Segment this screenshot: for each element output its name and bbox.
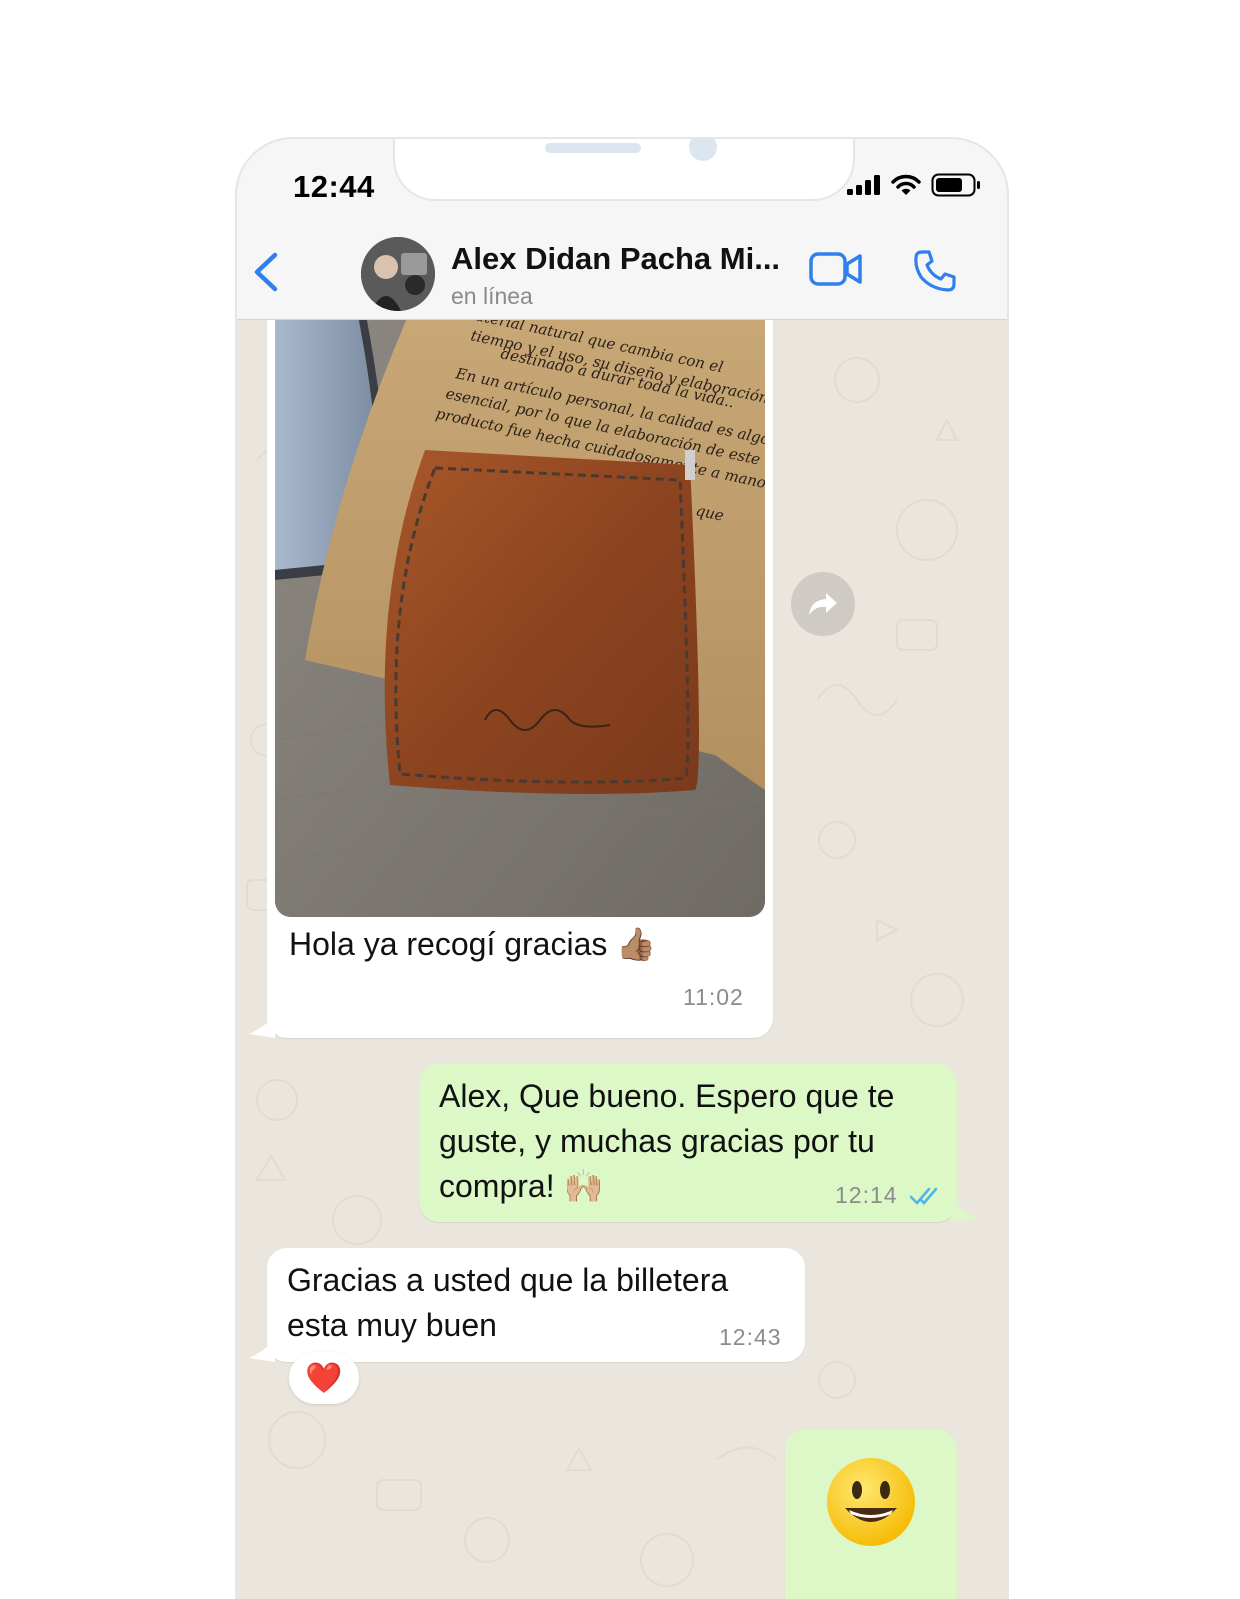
- message-text-line-2: guste, y muchas gracias por tu: [439, 1123, 875, 1159]
- message-time: 11:02: [683, 984, 744, 1010]
- wallet-photo: aterial natural que cambia con el tiempo…: [275, 320, 765, 917]
- speaker: [545, 143, 641, 153]
- message-bubble-incoming[interactable]: Gracias a usted que la billetera esta mu…: [267, 1248, 805, 1362]
- forward-arrow-icon: [809, 593, 837, 615]
- contact-name[interactable]: Alex Didan Pacha Mi...: [451, 241, 780, 277]
- message-bubble-outgoing[interactable]: [785, 1430, 957, 1599]
- avatar-photo: [361, 237, 435, 311]
- front-camera: [689, 139, 717, 161]
- back-chevron-icon[interactable]: [251, 251, 281, 293]
- status-time: 12:44: [293, 169, 375, 204]
- message-text-line-3: compra! 🙌🏼: [439, 1168, 604, 1204]
- contact-avatar[interactable]: [361, 237, 435, 311]
- smiley-emoji-icon: [827, 1458, 915, 1546]
- message-text-line-1: Gracias a usted que la billetera: [287, 1262, 729, 1298]
- message-time: 12:43: [719, 1324, 782, 1350]
- chat-area[interactable]: aterial natural que cambia con el tiempo…: [237, 320, 1007, 1599]
- message-time: 12:14: [835, 1182, 898, 1208]
- bubble-tail-incoming: [249, 1014, 275, 1038]
- read-receipt-icon: [909, 1187, 938, 1205]
- message-text-line-1: Alex, Que bueno. Espero que te: [439, 1078, 895, 1114]
- contact-status: en línea: [451, 283, 533, 309]
- status-icons: [847, 173, 981, 197]
- video-call-icon[interactable]: [809, 251, 863, 287]
- message-text-line-2: esta muy buen: [287, 1307, 497, 1343]
- phone-call-icon[interactable]: [913, 249, 957, 293]
- wifi-icon: [891, 174, 921, 195]
- forward-button[interactable]: [791, 572, 855, 636]
- message-bubble-incoming[interactable]: aterial natural que cambia con el tiempo…: [267, 320, 773, 1038]
- bubble-tail-incoming: [249, 1338, 275, 1362]
- message-reaction[interactable]: ❤️: [289, 1352, 359, 1404]
- phone-frame: 12:44 Alex Didan Pacha Mi... en línea at…: [235, 137, 1009, 1599]
- notch: [393, 139, 855, 201]
- chat-header: Alex Didan Pacha Mi... en línea: [237, 215, 1007, 320]
- heart-reaction-icon: ❤️: [305, 1361, 343, 1395]
- message-photo[interactable]: aterial natural que cambia con el tiempo…: [275, 320, 765, 917]
- battery-icon: [931, 173, 980, 197]
- message-text: Hola ya recogí gracias 👍🏽: [289, 926, 657, 962]
- cellular-signal-icon: [847, 175, 880, 195]
- message-bubble-outgoing[interactable]: Alex, Que bueno. Espero que te guste, y …: [419, 1064, 957, 1222]
- bubble-tail-outgoing: [951, 1198, 977, 1222]
